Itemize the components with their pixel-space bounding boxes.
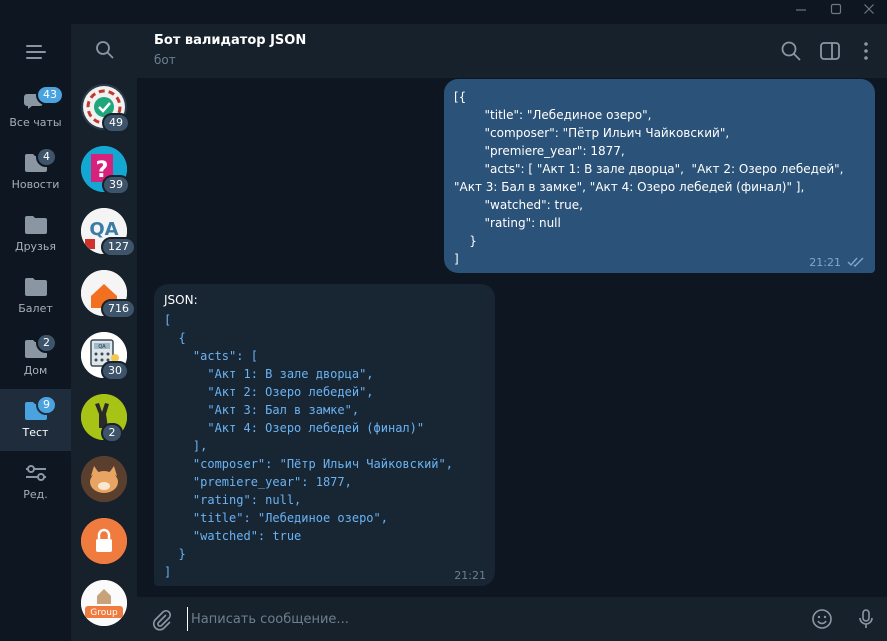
search-icon[interactable] bbox=[95, 40, 115, 60]
search-icon[interactable] bbox=[780, 40, 802, 62]
message-time: 21:21 bbox=[454, 569, 486, 582]
maximize-icon[interactable] bbox=[823, 2, 849, 22]
chat-item[interactable]: QA 30 bbox=[81, 332, 129, 381]
folder-label: Дом bbox=[23, 364, 48, 377]
chat-list: 49 ? 39 QA 127 716 QA 30 2 Group bbox=[71, 24, 137, 641]
minimize-icon[interactable] bbox=[788, 2, 814, 22]
folder-icon bbox=[25, 278, 47, 296]
chat-item[interactable]: Group bbox=[81, 580, 127, 626]
more-icon[interactable] bbox=[855, 40, 877, 62]
folder-badge: 2 bbox=[36, 333, 57, 353]
unread-badge: 127 bbox=[101, 237, 136, 257]
title-bar bbox=[0, 0, 887, 24]
code-block[interactable]: [ { "acts": [ "Акт 1: В зале дворца", "А… bbox=[164, 311, 494, 581]
folder-all-chats[interactable]: 43 Все чаты bbox=[0, 79, 71, 141]
telegram-window: 43 Все чаты 4 Новости Друзья Балет 2 Дом… bbox=[0, 0, 887, 641]
unread-badge: 2 bbox=[101, 423, 123, 443]
folder-test[interactable]: 9 Тест bbox=[0, 389, 71, 451]
folders-sidebar: 43 Все чаты 4 Новости Друзья Балет 2 Дом… bbox=[0, 24, 71, 641]
folder-badge: 4 bbox=[36, 147, 57, 167]
folder-friends[interactable]: Друзья bbox=[0, 203, 71, 265]
outgoing-message[interactable]: [{ "title": "Лебединое озеро", "composer… bbox=[444, 79, 875, 273]
folder-label: Тест bbox=[22, 426, 49, 439]
unread-badge: 39 bbox=[102, 175, 130, 195]
chat-avatar: Group bbox=[81, 580, 127, 626]
microphone-icon[interactable] bbox=[855, 608, 877, 630]
avatar-text: Group bbox=[90, 608, 118, 618]
folder-label: Все чаты bbox=[9, 116, 62, 129]
composer-bar bbox=[137, 597, 887, 641]
chat-item[interactable] bbox=[81, 456, 127, 502]
folder-label: Балет bbox=[18, 302, 53, 315]
message-input[interactable] bbox=[187, 607, 787, 631]
close-icon[interactable] bbox=[856, 2, 882, 22]
emoji-icon[interactable] bbox=[811, 608, 833, 630]
folder-badge: 43 bbox=[36, 85, 64, 105]
chat-item[interactable] bbox=[81, 518, 127, 564]
folder-ballet[interactable]: Балет bbox=[0, 265, 71, 327]
incoming-message[interactable]: JSON: [ { "acts": [ "Акт 1: В зале дворц… bbox=[154, 284, 495, 586]
folder-label: Друзья bbox=[14, 240, 57, 253]
paperclip-icon[interactable] bbox=[151, 609, 173, 631]
chat-header: Бот валидатор JSON бот bbox=[137, 24, 887, 78]
folder-label: Ред. bbox=[23, 488, 48, 501]
message-heading: JSON: bbox=[164, 293, 198, 307]
folder-icon bbox=[25, 216, 47, 234]
messages-area[interactable]: [{ "title": "Лебединое озеро", "composer… bbox=[137, 78, 887, 597]
chat-item[interactable]: 2 bbox=[81, 394, 127, 443]
unread-badge: 49 bbox=[102, 113, 130, 133]
unread-badge: 716 bbox=[101, 299, 136, 319]
chat-item[interactable]: ? 39 bbox=[81, 146, 130, 195]
chat-avatar bbox=[81, 518, 127, 564]
folder-label: Новости bbox=[11, 178, 60, 191]
edit-filters-icon bbox=[26, 465, 46, 481]
sidebar-toggle-icon[interactable] bbox=[819, 40, 841, 62]
chat-item[interactable]: QA 127 bbox=[81, 208, 136, 257]
unread-badge: 30 bbox=[101, 361, 129, 381]
folder-home[interactable]: 2 Дом bbox=[0, 327, 71, 389]
avatar-text: QA bbox=[98, 344, 106, 350]
read-checks-icon bbox=[847, 257, 864, 267]
chat-item[interactable]: 49 bbox=[81, 84, 130, 133]
message-time: 21:21 bbox=[809, 256, 841, 269]
chat-title[interactable]: Бот валидатор JSON bbox=[154, 33, 306, 48]
chat-avatar bbox=[81, 456, 127, 502]
folder-badge: 9 bbox=[36, 395, 57, 415]
chat-item[interactable]: 716 bbox=[81, 270, 136, 319]
chat-status: бот bbox=[154, 53, 176, 67]
message-text: [{ "title": "Лебединое озеро", "composer… bbox=[454, 90, 844, 266]
folder-news[interactable]: 4 Новости bbox=[0, 141, 71, 203]
folder-edit[interactable]: Ред. bbox=[0, 451, 71, 513]
main-menu-button[interactable] bbox=[24, 42, 48, 62]
